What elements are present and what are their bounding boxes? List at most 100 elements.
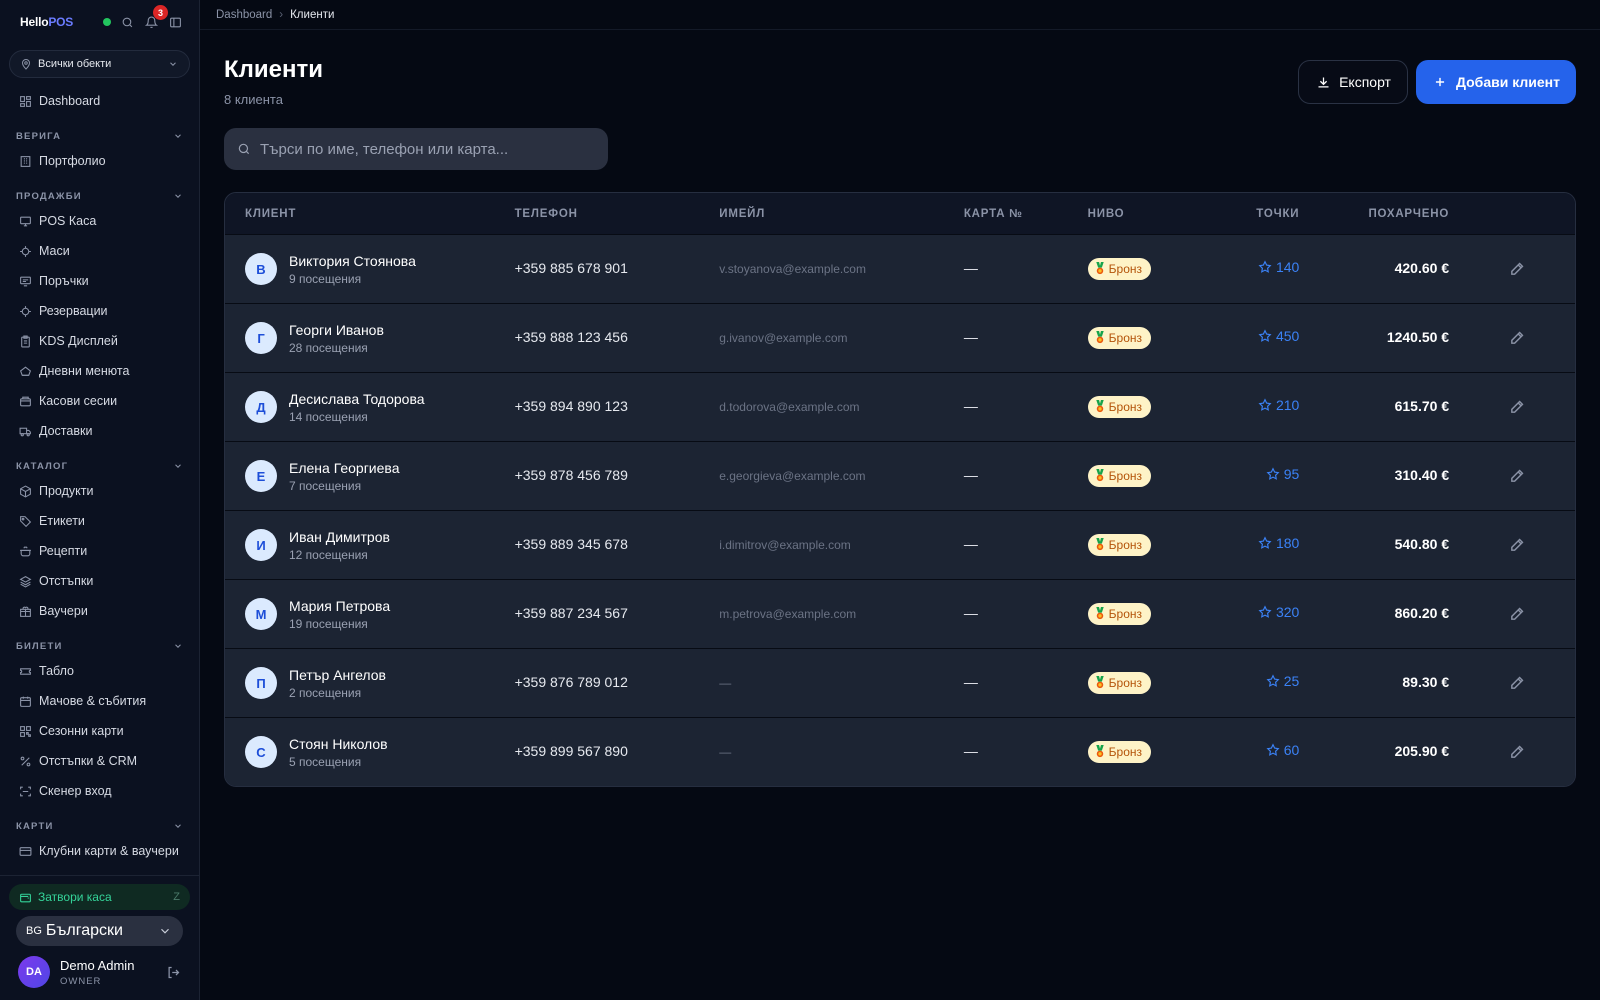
search-input[interactable] <box>260 140 590 158</box>
section-header-tickets[interactable]: БИЛЕТИ <box>0 636 199 656</box>
sidebar-item-label: Маси <box>39 244 70 258</box>
client-visits: 7 посещения <box>289 478 362 493</box>
level-badge: Бронз <box>1087 464 1152 487</box>
column-header-spent[interactable]: ПОХАРЧЕНО <box>1299 208 1449 220</box>
sidebar-item-kds[interactable]: KDS Дисплей <box>0 326 199 356</box>
client-email: v.stoyanova@example.com <box>719 262 866 276</box>
notification-badge: 3 <box>153 5 168 20</box>
level-badge: Бронз <box>1087 671 1152 694</box>
edit-icon[interactable] <box>1509 605 1527 623</box>
client-initial-avatar: В <box>245 253 277 285</box>
table-row[interactable]: В Виктория Стоянова 9 посещения +359 885… <box>225 234 1575 303</box>
edit-icon[interactable] <box>1509 743 1527 761</box>
sidebar-item-daily-menus[interactable]: Дневни менюта <box>0 356 199 386</box>
column-header-level[interactable]: НИВО <box>1088 208 1208 220</box>
client-name[interactable]: Десислава Тодорова <box>289 391 425 407</box>
edit-icon[interactable] <box>1509 329 1527 347</box>
client-visits: 14 посещения <box>289 409 368 424</box>
chevron-down-icon <box>173 641 183 651</box>
breadcrumb: Dashboard › Клиенти <box>200 0 1600 30</box>
sidebar-item-club-cards[interactable]: Клубни карти & ваучери <box>0 836 199 866</box>
client-name[interactable]: Иван Димитров <box>289 529 390 545</box>
sidebar-item-tables[interactable]: Маси <box>0 236 199 266</box>
receipt-icon <box>18 274 33 289</box>
breadcrumb-dashboard[interactable]: Dashboard <box>216 9 272 21</box>
section-header-cards[interactable]: КАРТИ <box>0 816 199 836</box>
column-header-email[interactable]: ИМЕЙЛ <box>719 208 964 220</box>
edit-icon[interactable] <box>1509 674 1527 692</box>
section-header-sales[interactable]: ПРОДАЖБИ <box>0 186 199 206</box>
section-header-catalog[interactable]: КАТАЛОГ <box>0 456 199 476</box>
client-name[interactable]: Георги Иванов <box>289 322 384 338</box>
search-icon[interactable] <box>119 14 135 30</box>
store-selector[interactable]: Всички обекти <box>9 50 190 78</box>
column-header-card[interactable]: КАРТА № <box>964 208 1088 220</box>
client-email: g.ivanov@example.com <box>719 331 848 345</box>
sidebar-item-dashboard[interactable]: Dashboard <box>0 86 199 116</box>
table-row[interactable]: М Мария Петрова 19 посещения +359 887 23… <box>225 579 1575 648</box>
column-header-phone[interactable]: ТЕЛЕФОН <box>515 208 720 220</box>
table-row[interactable]: С Стоян Николов 5 посещения +359 899 567… <box>225 717 1575 786</box>
avatar[interactable]: DA <box>18 956 50 988</box>
client-email: d.todorova@example.com <box>719 400 860 414</box>
sidebar-item-discounts-crm[interactable]: Отстъпки & CRM <box>0 746 199 776</box>
sidebar-item-portfolio[interactable]: Портфолио <box>0 146 199 176</box>
client-name[interactable]: Стоян Николов <box>289 736 388 752</box>
sidebar-item-cash-sessions[interactable]: Касови сесии <box>0 386 199 416</box>
collapse-sidebar-icon[interactable] <box>167 14 183 30</box>
logo[interactable]: HelloPOS <box>20 15 73 29</box>
level-label: Бронз <box>1108 675 1143 690</box>
chef-hat-icon <box>18 364 33 379</box>
main-content: Dashboard › Клиенти Клиенти 8 клиента Ек… <box>200 0 1600 1000</box>
sidebar-item-labels[interactable]: Етикети <box>0 506 199 536</box>
table-row[interactable]: Г Георги Иванов 28 посещения +359 888 12… <box>225 303 1575 372</box>
client-points: 140 <box>1258 259 1299 275</box>
bell-icon[interactable]: 3 <box>143 5 168 30</box>
level-badge: Бронз <box>1087 533 1152 556</box>
sidebar-item-deliveries[interactable]: Доставки <box>0 416 199 446</box>
edit-icon[interactable] <box>1509 260 1527 278</box>
column-header-client[interactable]: КЛИЕНТ <box>225 208 515 220</box>
sidebar-item-season-cards[interactable]: Сезонни карти <box>0 716 199 746</box>
sidebar-item-scanner[interactable]: Скенер вход <box>0 776 199 806</box>
chevron-down-icon <box>173 131 183 141</box>
edit-icon[interactable] <box>1509 467 1527 485</box>
client-visits: 9 посещения <box>289 271 362 286</box>
client-email: e.georgieva@example.com <box>719 469 866 483</box>
sidebar-item-products[interactable]: Продукти <box>0 476 199 506</box>
monitor-icon <box>18 214 33 229</box>
section-header-chain[interactable]: ВЕРИГА <box>0 126 199 146</box>
table-row[interactable]: И Иван Димитров 12 посещения +359 889 34… <box>225 510 1575 579</box>
download-icon <box>1315 74 1331 90</box>
sidebar-item-discounts[interactable]: Отстъпки <box>0 566 199 596</box>
close-cash-button[interactable]: Затвори каса Z <box>9 884 190 910</box>
client-initial-avatar: И <box>245 529 277 561</box>
sidebar-item-matches-events[interactable]: Мачове & събития <box>0 686 199 716</box>
column-header-points[interactable]: ТОЧКИ <box>1207 208 1299 220</box>
sidebar-item-reservations[interactable]: Резервации <box>0 296 199 326</box>
table-row[interactable]: Е Елена Георгиева 7 посещения +359 878 4… <box>225 441 1575 510</box>
client-name[interactable]: Виктория Стоянова <box>289 253 416 269</box>
sidebar-item-vouchers[interactable]: Ваучери <box>0 596 199 626</box>
sidebar-item-orders[interactable]: Поръчки <box>0 266 199 296</box>
sidebar-item-board[interactable]: Табло <box>0 656 199 686</box>
client-email: — <box>719 676 732 690</box>
edit-icon[interactable] <box>1509 398 1527 416</box>
add-client-button[interactable]: Добави клиент <box>1415 60 1576 104</box>
table-row[interactable]: Д Десислава Тодорова 14 посещения +359 8… <box>225 372 1575 441</box>
search-box <box>224 128 608 170</box>
client-name[interactable]: Петър Ангелов <box>289 667 386 683</box>
language-select[interactable]: BG Български <box>16 916 183 946</box>
client-name[interactable]: Елена Георгиева <box>289 460 399 476</box>
sidebar-item-label: POS Каса <box>39 214 97 228</box>
logout-icon[interactable] <box>165 964 181 980</box>
sidebar-item-recipes[interactable]: Рецепти <box>0 536 199 566</box>
client-name[interactable]: Мария Петрова <box>289 598 390 614</box>
table-row[interactable]: П Петър Ангелов 2 посещения +359 876 789… <box>225 648 1575 717</box>
medal-icon <box>1095 331 1104 344</box>
grid-icon <box>18 94 33 109</box>
client-visits: 5 посещения <box>289 754 362 769</box>
sidebar-item-pos[interactable]: POS Каса <box>0 206 199 236</box>
export-button[interactable]: Експорт <box>1298 60 1408 104</box>
edit-icon[interactable] <box>1509 536 1527 554</box>
